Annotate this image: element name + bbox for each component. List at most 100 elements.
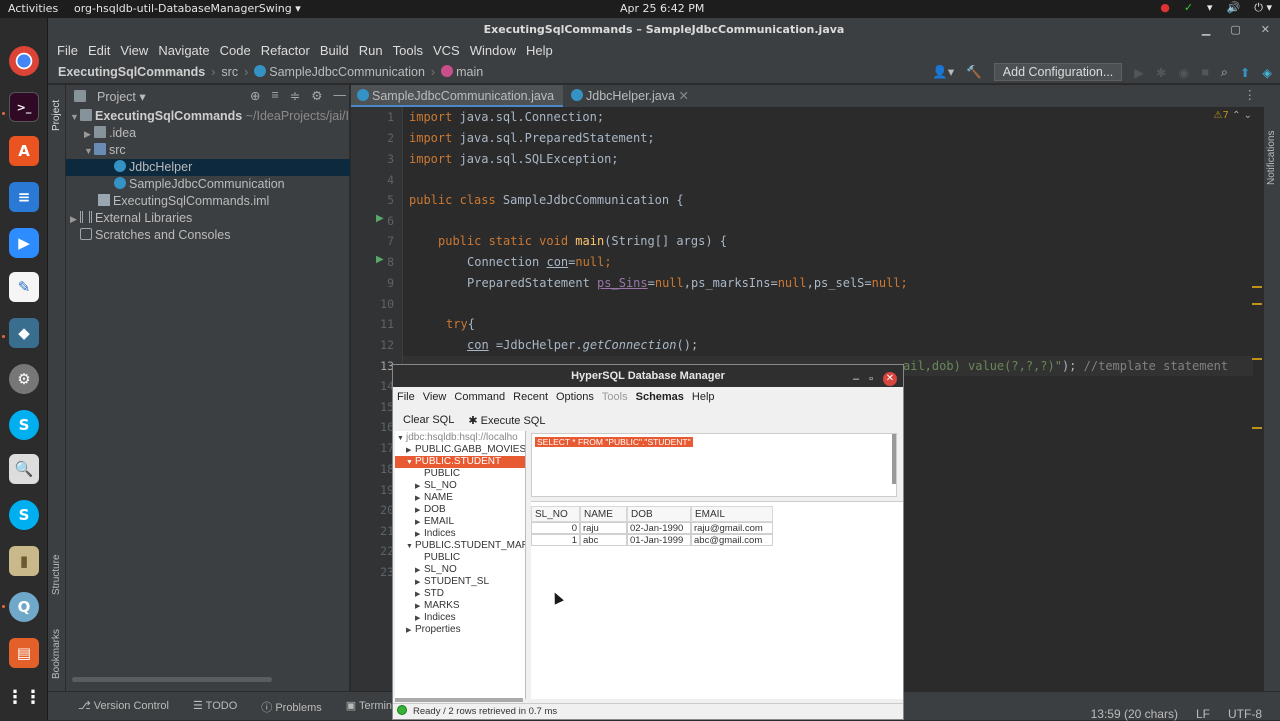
chevron-right-icon[interactable]: ▶	[406, 625, 415, 637]
hsql-menu-options[interactable]: Options	[556, 391, 594, 403]
tree-item-src[interactable]: ▼ src	[66, 142, 350, 159]
debug-icon[interactable]: ✱	[1156, 65, 1166, 80]
close-icon[interactable]: ✕	[883, 372, 897, 386]
tree-node-column[interactable]: ▶ SL_NO	[395, 564, 525, 576]
version-control-tool-tab[interactable]: ⎇ Version Control	[78, 699, 169, 715]
coverage-icon[interactable]: ◉	[1178, 65, 1189, 80]
stop-icon[interactable]: ■	[1201, 65, 1209, 79]
tree-node-properties[interactable]: ▶ Properties	[395, 624, 525, 637]
chevron-right-icon[interactable]: ▶	[84, 126, 94, 143]
maximize-icon[interactable]: ▢	[1230, 18, 1240, 42]
tree-node-column[interactable]: ▶ EMAIL	[395, 516, 525, 528]
table-cell[interactable]: raju@gmail.com	[691, 522, 773, 534]
warning-marker[interactable]	[1252, 358, 1262, 360]
minimize-icon[interactable]: –	[853, 368, 859, 390]
locate-icon[interactable]: ⊕	[250, 88, 260, 103]
tree-node-schema[interactable]: PUBLIC	[395, 552, 525, 564]
tab-menu-icon[interactable]: ⋮	[1244, 87, 1257, 102]
add-configuration-button[interactable]: Add Configuration...	[993, 63, 1123, 81]
tree-item-samplejdbccommunication[interactable]: SampleJdbcCommunication	[66, 176, 350, 193]
clock[interactable]: Apr 25 6:42 PM	[620, 2, 704, 15]
breadcrumb-src[interactable]: src	[221, 65, 238, 79]
user-icon[interactable]: 👤▾	[932, 64, 954, 80]
text-editor-icon[interactable]: ✎	[9, 272, 39, 302]
tree-item-external-libraries[interactable]: ▶ External Libraries	[66, 210, 350, 227]
expand-all-icon[interactable]: ≡	[272, 88, 279, 103]
tree-item-idea[interactable]: ▶ .idea	[66, 125, 350, 142]
tree-node-column[interactable]: ▶ SL_NO	[395, 480, 525, 492]
breadcrumb-project[interactable]: ExecutingSqlCommands	[58, 65, 205, 79]
hsql-menu-recent[interactable]: Recent	[513, 391, 548, 403]
column-header[interactable]: EMAIL	[691, 506, 773, 522]
tree-node-connection[interactable]: ▼ jdbc:hsqldb:hsql://localho	[395, 432, 525, 444]
hsql-menu-file[interactable]: File	[397, 391, 415, 403]
problems-tool-tab[interactable]: ⓘ Problems	[261, 699, 322, 715]
close-tab-icon[interactable]: ✕	[678, 89, 688, 103]
tab-samplejdbccommunication[interactable]: SampleJdbcCommunication.java ✕	[351, 85, 563, 125]
settings-icon[interactable]: ⚙	[9, 364, 39, 394]
show-applications-icon[interactable]: ⋮⋮	[6, 682, 42, 712]
table-cell[interactable]: 01-Jan-1999	[627, 534, 691, 546]
text-document-icon[interactable]: ≡	[9, 182, 39, 212]
structure-tool-tab[interactable]: Structure	[51, 554, 62, 595]
update-icon[interactable]: ⬆	[1240, 65, 1250, 80]
tree-item-jdbchelper[interactable]: JdbcHelper	[66, 159, 350, 176]
column-header[interactable]: SL_NO	[531, 506, 580, 522]
line-separator[interactable]: LF	[1196, 707, 1210, 721]
maximize-icon[interactable]: ▫	[869, 368, 873, 390]
warning-marker[interactable]	[1252, 303, 1262, 305]
warning-marker[interactable]	[1252, 286, 1262, 288]
activities-button[interactable]: Activities	[8, 2, 58, 15]
tree-node-column[interactable]: ▶ NAME	[395, 492, 525, 504]
menu-tools[interactable]: Tools	[388, 42, 428, 62]
menu-vcs[interactable]: VCS	[428, 42, 465, 62]
close-icon[interactable]: ✕	[1261, 18, 1270, 42]
mysql-workbench-icon[interactable]: ◆	[9, 318, 39, 348]
tree-node-column[interactable]: ▶ MARKS	[395, 600, 525, 612]
menu-window[interactable]: Window	[465, 42, 521, 62]
run-icon[interactable]: ▶	[1134, 65, 1144, 80]
record-indicator-icon[interactable]: ●	[1160, 1, 1170, 15]
breadcrumb-method[interactable]: main	[441, 65, 483, 79]
menu-run[interactable]: Run	[354, 42, 388, 62]
bookmarks-tool-tab[interactable]: Bookmarks	[51, 629, 62, 679]
chevron-down-icon[interactable]: ▼	[70, 109, 80, 126]
power-menu-icon[interactable]: ⏻ ▾	[1254, 1, 1272, 15]
tree-item-scratches[interactable]: Scratches and Consoles	[66, 227, 350, 244]
results-grid[interactable]: SL_NO NAME DOB EMAIL 0 raju 02-Jan-1990 …	[531, 501, 903, 699]
menu-help[interactable]: Help	[521, 42, 558, 62]
minimize-icon[interactable]: ▁	[1202, 18, 1210, 42]
hsql-menu-help[interactable]: Help	[692, 391, 715, 403]
menu-code[interactable]: Code	[215, 42, 256, 62]
notifications-tool-tab[interactable]: Notifications	[1266, 131, 1277, 185]
editor-scrollbar[interactable]	[1253, 107, 1264, 691]
todo-tool-tab[interactable]: ☰ TODO	[193, 699, 237, 715]
tree-node-column[interactable]: ▶ DOB	[395, 504, 525, 516]
column-header[interactable]: NAME	[580, 506, 627, 522]
table-cell[interactable]: 1	[531, 534, 580, 546]
column-header[interactable]: DOB	[627, 506, 691, 522]
tree-node-table-selected[interactable]: ▼ PUBLIC.STUDENT	[395, 456, 525, 468]
gear-icon[interactable]: ⚙	[311, 88, 322, 103]
table-cell[interactable]: abc	[580, 534, 627, 546]
tree-item-iml-file[interactable]: ExecutingSqlCommands.iml	[66, 193, 350, 210]
file-encoding[interactable]: UTF-8	[1228, 707, 1262, 721]
update-icon[interactable]: ✓	[1184, 1, 1193, 15]
hsqldb-app-icon[interactable]: Q	[9, 592, 39, 622]
caret-position[interactable]: 13:59 (20 chars)	[1091, 707, 1178, 721]
collapse-all-icon[interactable]: ≑	[290, 88, 300, 103]
run-gutter-icon[interactable]: ▶	[376, 213, 384, 224]
skype-alt-icon[interactable]: S	[9, 500, 39, 530]
menu-file[interactable]: File	[52, 42, 83, 62]
presentation-icon[interactable]: ▤	[9, 638, 39, 668]
tree-scrollbar[interactable]	[395, 698, 523, 702]
tree-node-schema[interactable]: PUBLIC	[395, 468, 525, 480]
table-cell[interactable]: 02-Jan-1990	[627, 522, 691, 534]
schema-tree[interactable]: ▼ jdbc:hsqldb:hsql://localho ▶ PUBLIC.GABB…	[395, 431, 526, 699]
network-icon[interactable]: ▾	[1207, 1, 1213, 15]
tree-node-table[interactable]: ▶ PUBLIC.GABB_MOVIES	[395, 444, 525, 456]
volume-icon[interactable]: 🔊	[1227, 1, 1241, 15]
table-cell[interactable]: raju	[580, 522, 627, 534]
table-cell[interactable]: 0	[531, 522, 580, 534]
system-tray[interactable]: ● ✓ ▾ 🔊 ⏻ ▾	[1160, 1, 1272, 15]
